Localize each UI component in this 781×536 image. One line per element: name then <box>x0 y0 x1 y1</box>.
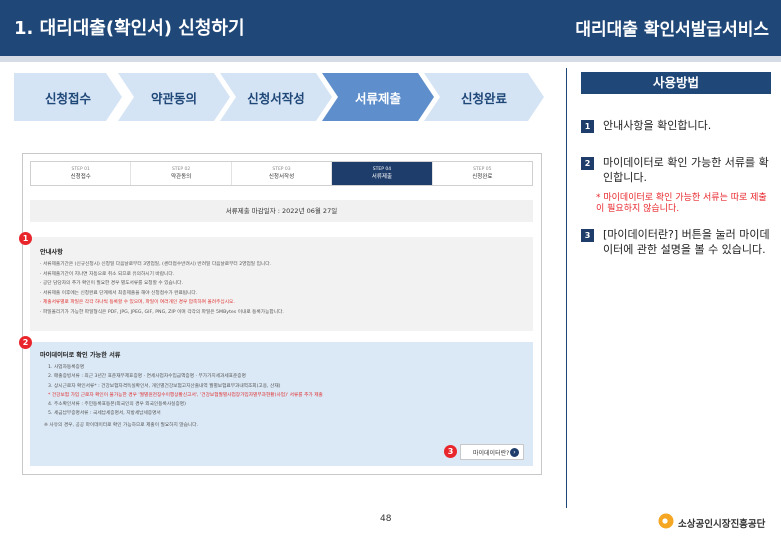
usage-text: 마이데이터로 확인 가능한 서류를 확인합니다. <box>603 156 769 184</box>
page-header: 1. 대리대출(확인서) 신청하기 대리대출 확인서발급서비스 <box>0 0 781 56</box>
notice-line: · 공단 담당자의 추가 확인이 필요한 경우 별도서류를 요청할 수 있습니다… <box>40 281 183 287</box>
mini-step-label: 신청서작성 <box>268 173 295 180</box>
mini-step-label: 신청접수 <box>70 173 91 180</box>
callout-badge-2: 2 <box>19 336 32 349</box>
usage-item-3: 3 [마이데이터란?] 버튼을 눌러 마이데이터에 관한 설명을 볼 수 있습니… <box>581 227 771 257</box>
mydata-line: 3. 상시근로자 확인서류* : 건강보험자격득실확인서, 개인별건강보험고지산… <box>48 383 281 389</box>
mini-step-3[interactable]: STEP 03 신청서작성 <box>232 162 333 185</box>
progress-steps: 신청접수 약관동의 신청서작성 서류제출 신청완료 <box>14 73 544 121</box>
usage-note: * 마이데이터로 확인 가능한 서류는 따로 제출이 필요하지 않습니다. <box>596 193 767 214</box>
usage-number: 1 <box>581 120 594 133</box>
mini-step-4[interactable]: STEP 04 서류제출 <box>332 162 433 185</box>
mydata-info-button[interactable]: 마이데이터란? › <box>460 444 524 460</box>
step-application: 신청접수 <box>14 73 122 121</box>
callout-badge-3: 3 <box>444 445 457 458</box>
mydata-note: ※ 사유의 경우, 공공 마이데이터로 확인 가능하므로 제출이 필요하지 않습… <box>44 422 199 428</box>
mini-step-5[interactable]: STEP 05 신청완료 <box>433 162 532 185</box>
deadline-banner: 서류제출 마감일자 : 2022년 06월 27일 <box>30 200 533 222</box>
mini-step-label: 신청완료 <box>472 173 493 180</box>
usage-number: 2 <box>581 157 594 170</box>
chevron-right-icon: › <box>510 448 519 457</box>
mydata-box: 마이데이터로 확인 가능한 서류 1. 사업자등록증명 2. 매출증빙서류 : 최… <box>30 342 533 466</box>
notice-line: · 서류제출기간이 지나면 자동으로 취소 되므로 유의하시기 바랍니다. <box>40 271 175 277</box>
step-complete: 신청완료 <box>424 73 544 121</box>
page-title: 1. 대리대출(확인서) 신청하기 <box>14 18 245 39</box>
screenshot-panel: STEP 01 신청접수 STEP 02 약관동의 STEP 03 신청서작성 … <box>19 153 542 475</box>
notice-title: 안내사항 <box>40 249 63 256</box>
step-documents: 서류제출 <box>322 73 434 121</box>
usage-text: [마이데이터란?] 버튼을 눌러 마이데이터에 관한 설명을 볼 수 있습니다. <box>603 228 770 256</box>
usage-item-2: 2 마이데이터로 확인 가능한 서류를 확인합니다. <box>581 155 771 185</box>
usage-title: 사용방법 <box>581 72 771 94</box>
service-title: 대리대출 확인서발급서비스 <box>575 20 769 40</box>
mini-step-bar: STEP 01 신청접수 STEP 02 약관동의 STEP 03 신청서작성 … <box>30 161 533 186</box>
notice-line: · 서류제출 이후에는 신청완료 단계에서 최종제출을 해야 신청접수가 완료됩… <box>40 290 198 296</box>
mini-step-label: 서류제출 <box>371 173 393 180</box>
mini-step-1[interactable]: STEP 01 신청접수 <box>31 162 132 185</box>
usage-item-1: 1 안내사항을 확인합니다. <box>581 118 771 133</box>
org-name: 소상공인시장진흥공단 <box>678 519 766 530</box>
notice-line: · 제출서류별로 파일은 각각 하나씩 등록할 수 있으며, 파일이 여러개인 … <box>40 300 235 306</box>
mini-step-2[interactable]: STEP 02 약관동의 <box>131 162 232 185</box>
mydata-line: 4. 주소확인서류 : 주민등록표등본(외국인의 경우 외국인등록사실증명) <box>48 402 186 408</box>
mydata-title: 마이데이터로 확인 가능한 서류 <box>40 352 121 359</box>
mydata-line: 5. 세금납부증명서류 : 국세납세증명서, 지방세납세증명서 <box>48 411 161 417</box>
mydata-line: * 건강보험 가입 근로자 확인이 불가능한 경우 '월별원천징수이행상황신고서… <box>48 392 323 398</box>
step-form: 신청서작성 <box>220 73 332 121</box>
notice-line: · 파일올리기가 가능한 파일형식은 PDF, JPG, JPEG, GIF, … <box>40 309 284 315</box>
usage-text: 안내사항을 확인합니다. <box>603 119 712 132</box>
header-accent-bar <box>0 56 781 62</box>
mini-step-label: 약관동의 <box>170 173 192 180</box>
mydata-line: 2. 매출증빙서류 : 최근 3년간 표준재무제표증명 · 면세사업자수입금액증… <box>48 374 246 380</box>
callout-badge-1: 1 <box>19 232 32 245</box>
notice-box: 안내사항 · 서류제출기간은 (신규신청시) 신청일 다음날로부터 3영업일, … <box>30 237 533 331</box>
usage-number: 3 <box>581 229 594 242</box>
mydata-button-label: 마이데이터란? <box>473 449 510 457</box>
org-logo-icon <box>658 513 674 529</box>
mydata-line: 1. 사업자등록증명 <box>48 365 85 370</box>
notice-line: · 서류제출기간은 (신규신청시) 신청일 다음날로부터 3영업일, (센터접수… <box>40 262 272 267</box>
step-terms: 약관동의 <box>118 73 230 121</box>
column-divider <box>566 68 567 508</box>
page-number: 48 <box>380 514 392 524</box>
